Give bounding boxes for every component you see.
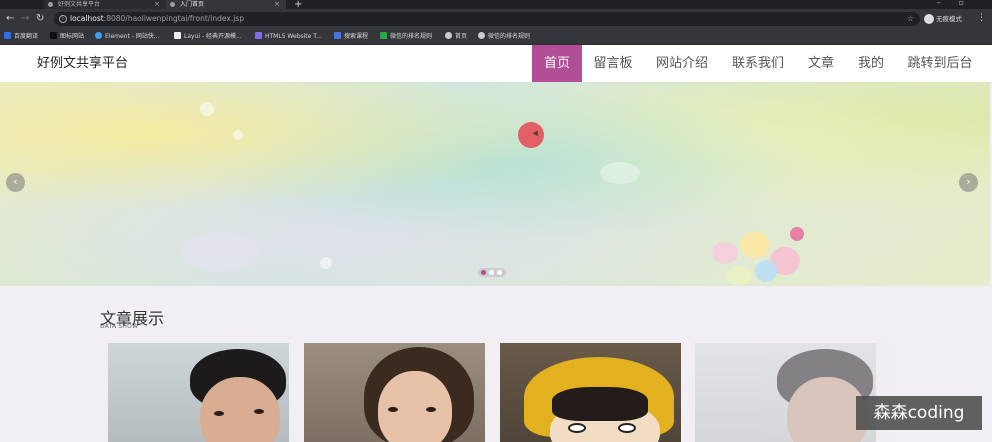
photo-face <box>200 377 280 442</box>
article-card[interactable] <box>500 343 681 442</box>
browser-tab-bar: 好例文共享平台 × 入门首页 × + –▫ <box>0 0 992 16</box>
photo-eye <box>568 423 586 433</box>
photo-hair <box>552 387 648 421</box>
photo-eye <box>618 423 636 433</box>
nav-item-mine[interactable]: 我的 <box>851 45 891 82</box>
nav-item-articles[interactable]: 文章 <box>801 45 841 82</box>
bookmark-favicon-icon <box>95 32 102 39</box>
photo-eye <box>214 411 224 416</box>
bookmark-label: Element - 网站快... <box>105 33 160 40</box>
carousel-indicator[interactable] <box>481 270 486 275</box>
forward-icon[interactable]: → <box>21 13 29 25</box>
article-card[interactable] <box>108 343 289 442</box>
profile-button[interactable]: 无痕模式 <box>924 13 962 25</box>
flower-decoration <box>755 260 777 282</box>
bookmark-item[interactable]: 百度翻译 <box>4 32 38 42</box>
bookmark-label: HTML5 Website T... <box>265 33 322 40</box>
nav-item-message-board[interactable]: 留言板 <box>588 45 638 82</box>
bookmark-favicon-icon <box>478 32 485 39</box>
bookmark-label: 图标网站 <box>60 33 85 40</box>
bookmark-item[interactable]: 微信的排名规则 <box>380 32 432 42</box>
banner-carousel[interactable]: ‹ › <box>0 82 990 286</box>
site-brand[interactable]: 好例文共享平台 <box>37 45 128 82</box>
carousel-indicator[interactable] <box>497 270 502 275</box>
site-header: 好例文共享平台 首页 留言板 网站介绍 联系我们 文章 我的 跳转到后台 <box>0 45 992 82</box>
bookmark-item[interactable]: 图标网站 <box>50 32 84 42</box>
site-info-icon[interactable]: i <box>59 15 67 23</box>
video-watermark: 森森coding <box>856 396 982 430</box>
bookmark-star-icon[interactable]: ☆ <box>907 12 914 26</box>
nav-item-contact-us[interactable]: 联系我们 <box>726 45 790 82</box>
url-host: localhost <box>70 14 104 23</box>
bookmark-favicon-icon <box>50 32 57 39</box>
close-tab-icon[interactable]: × <box>274 0 280 9</box>
bookmark-favicon-icon <box>255 32 262 39</box>
article-card[interactable] <box>304 343 485 442</box>
chevron-left-icon[interactable]: ‹ <box>6 173 25 192</box>
chevron-right-icon[interactable]: › <box>959 173 978 192</box>
browser-tab-title: 入门首页 <box>180 1 205 8</box>
bookmark-favicon-icon <box>4 32 11 39</box>
url-path: :8080/haoliwenpingtai/front/index.jsp <box>103 14 244 23</box>
carousel-indicators <box>478 268 506 277</box>
favicon-icon <box>170 2 175 7</box>
bookmark-label: 搜索课程 <box>344 33 369 40</box>
browser-tab-title: 好例文共享平台 <box>58 1 101 8</box>
flower-decoration <box>712 242 738 264</box>
browser-tab-active[interactable]: 入门首页 × <box>166 0 286 9</box>
banner-decoration <box>233 130 243 140</box>
banner-decoration <box>320 257 332 269</box>
url-input[interactable]: i localhost:8080/haoliwenpingtai/front/i… <box>54 12 920 26</box>
window-menu-icons <box>6 1 36 16</box>
bookmark-item[interactable]: Element - 网站快... <box>95 32 160 42</box>
bookmark-item[interactable]: 微信的排名规则 <box>478 32 530 42</box>
nav-item-home[interactable]: 首页 <box>532 45 582 82</box>
carousel-indicator[interactable] <box>489 270 494 275</box>
bookmark-item[interactable]: 搜索课程 <box>334 32 368 42</box>
bookmark-item[interactable]: Layui - 经典开源模... <box>174 32 242 42</box>
flower-decoration <box>740 232 770 258</box>
photo-eye <box>254 409 264 414</box>
favicon-icon <box>48 2 53 7</box>
bookmarks-bar: 百度翻译 图标网站 Element - 网站快... Layui - 经典开源模… <box>0 29 992 45</box>
address-bar-row: ← → ↻ i localhost:8080/haoliwenpingtai/f… <box>0 9 992 29</box>
flower-decoration <box>790 227 804 241</box>
photo-eye <box>426 407 436 412</box>
bookmark-item[interactable]: 首页 <box>445 32 467 42</box>
bookmark-label: 百度翻译 <box>14 33 39 40</box>
bookmark-label: 微信的排名规则 <box>390 33 433 40</box>
close-tab-icon[interactable]: × <box>154 0 160 9</box>
reload-icon[interactable]: ↻ <box>36 13 44 25</box>
section-subtitle: DATA SHOW <box>100 323 139 330</box>
bookmark-favicon-icon <box>174 32 181 39</box>
profile-label: 无痕模式 <box>936 15 962 23</box>
banner-decoration <box>180 232 260 272</box>
window-controls[interactable]: –▫ <box>937 0 982 7</box>
bookmark-item[interactable]: HTML5 Website T... <box>255 32 322 42</box>
bookmark-label: 微信的排名规则 <box>488 33 531 40</box>
bookmark-label: 首页 <box>455 33 468 40</box>
bookmark-favicon-icon <box>380 32 387 39</box>
bookmark-label: Layui - 经典开源模... <box>184 33 242 40</box>
mouse-cursor-highlight <box>518 122 544 148</box>
banner-decoration <box>600 162 640 184</box>
photo-eye <box>388 407 398 412</box>
nav-item-admin[interactable]: 跳转到后台 <box>901 45 979 82</box>
back-icon[interactable]: ← <box>6 13 14 25</box>
nav-item-site-intro[interactable]: 网站介绍 <box>650 45 714 82</box>
bookmark-favicon-icon <box>445 32 452 39</box>
banner-decoration <box>200 102 214 116</box>
avatar-icon <box>924 14 934 24</box>
more-menu-icon[interactable]: ⋮ <box>977 13 986 23</box>
flower-decoration <box>726 267 752 285</box>
bookmark-favicon-icon <box>334 32 341 39</box>
browser-tab[interactable]: 好例文共享平台 × <box>44 0 166 9</box>
